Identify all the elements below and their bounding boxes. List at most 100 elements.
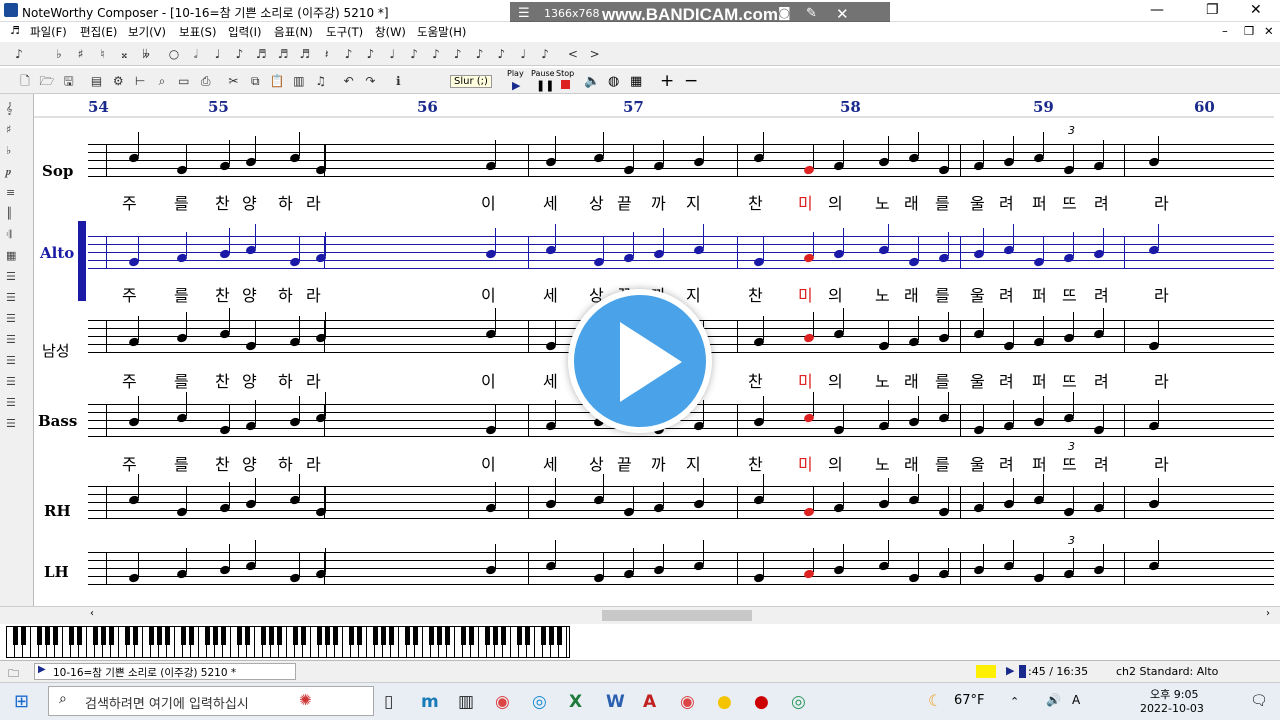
menu-notes[interactable]: 음표(N)	[274, 24, 313, 40]
triplet-icon[interactable]: ♩	[383, 45, 401, 63]
tray-chevron-icon[interactable]: ⌃	[1010, 695, 1019, 708]
piano-black-key[interactable]	[469, 627, 474, 645]
play-button[interactable]: Play	[507, 69, 524, 78]
piano-black-key[interactable]	[485, 627, 490, 645]
piano-black-key[interactable]	[357, 627, 362, 645]
piano-black-key[interactable]	[437, 627, 442, 645]
scroll-right-icon[interactable]: ›	[1266, 608, 1270, 619]
mu-icon[interactable]: m	[421, 692, 439, 712]
piano-black-key[interactable]	[189, 627, 194, 645]
piano-black-key[interactable]	[45, 627, 50, 645]
keyboard-icon[interactable]: ▦	[630, 74, 642, 89]
scroll-left-icon[interactable]: ‹	[90, 608, 94, 619]
eighth-note-icon[interactable]: ♪	[230, 45, 248, 63]
redo-icon[interactable]: ↷	[361, 72, 379, 90]
note-tool-icon[interactable]: ♫	[312, 72, 330, 90]
info-icon[interactable]: ℹ	[389, 72, 407, 90]
piano-black-key[interactable]	[389, 627, 394, 645]
undo-icon[interactable]: ↶	[340, 72, 358, 90]
list5-icon[interactable]: ☰	[6, 350, 16, 371]
accent-icon[interactable]: ♪	[471, 45, 489, 63]
list2-icon[interactable]: ☰	[6, 287, 16, 308]
copy-icon[interactable]: ⧉	[246, 72, 264, 90]
quarter-note-icon[interactable]: ♩	[209, 45, 227, 63]
menu-file[interactable]: 파일(F)	[30, 24, 67, 40]
doc-minimize-button[interactable]: –	[1222, 24, 1228, 38]
piano-black-key[interactable]	[13, 627, 18, 645]
half-note-icon[interactable]: 𝅗𝅥	[187, 45, 205, 63]
cut-icon[interactable]: ✂	[224, 72, 242, 90]
kakao-icon[interactable]: ●	[717, 692, 732, 712]
paste-icon[interactable]: 📋	[268, 72, 286, 90]
minimize-button[interactable]: —	[1150, 2, 1164, 18]
play-icon[interactable]: ▶	[512, 79, 520, 92]
save-icon[interactable]: 🖫	[60, 72, 78, 90]
ime-indicator[interactable]: A	[1072, 693, 1080, 707]
clip-icon[interactable]: ▥	[290, 72, 308, 90]
piano-keyboard[interactable]	[6, 626, 570, 658]
piano-black-key[interactable]	[525, 627, 530, 645]
piano-black-key[interactable]	[501, 627, 506, 645]
zoom-in-icon[interactable]: +	[660, 71, 674, 91]
staff-label-sop[interactable]: Sop	[42, 162, 73, 180]
piano-black-key[interactable]	[541, 627, 546, 645]
piano-black-key[interactable]	[213, 627, 218, 645]
piano-black-key[interactable]	[69, 627, 74, 645]
cursor-icon[interactable]: ⊢	[131, 72, 149, 90]
list4-icon[interactable]: ☰	[6, 329, 16, 350]
piano-black-key[interactable]	[445, 627, 450, 645]
thirtysecond-note-icon[interactable]: ♬	[274, 45, 292, 63]
piano-black-key[interactable]	[333, 627, 338, 645]
camera-icon[interactable]: ◙	[778, 6, 791, 21]
menu-insert[interactable]: 입력(I)	[228, 24, 262, 40]
tenuto-icon[interactable]: ♪	[427, 45, 445, 63]
whole-note-icon[interactable]: ○	[165, 45, 183, 63]
edge-icon[interactable]: ◎	[532, 692, 547, 712]
double-sharp-icon[interactable]: 𝄪	[115, 45, 133, 63]
staccato-icon[interactable]: ♪	[449, 45, 467, 63]
staff-label-alto[interactable]: Alto	[40, 244, 74, 262]
list6-icon[interactable]: ☰	[6, 371, 16, 392]
new-file-icon[interactable]: 🗋	[16, 72, 34, 90]
sixtyfourth-note-icon[interactable]: ♬	[296, 45, 314, 63]
staff-label-lh[interactable]: LH	[44, 563, 69, 581]
scroll-thumb[interactable]	[602, 610, 752, 621]
piano-black-key[interactable]	[125, 627, 130, 645]
zoom-icon[interactable]: ⌕	[153, 72, 171, 90]
piano-black-key[interactable]	[165, 627, 170, 645]
zoom-out-icon[interactable]: −	[684, 71, 698, 91]
stop-icon[interactable]	[561, 80, 570, 89]
menu-staff[interactable]: 보표(S)	[179, 24, 216, 40]
piano-black-key[interactable]	[293, 627, 298, 645]
repeat-icon[interactable]: 𝄇	[6, 224, 16, 245]
doc-close-button[interactable]: ✕	[1264, 24, 1274, 38]
menu-view[interactable]: 보기(V)	[128, 24, 166, 40]
piano-black-key[interactable]	[493, 627, 498, 645]
notification-icon[interactable]: 🗨	[1250, 693, 1268, 709]
chrome-profile-icon[interactable]: ◉	[680, 692, 695, 712]
search-input[interactable]: ⌕ 검색하려면 여기에 입력하십시 ✺	[48, 686, 374, 716]
taskview-icon[interactable]: ▯	[384, 692, 393, 712]
piano-black-key[interactable]	[21, 627, 26, 645]
rest-icon[interactable]: 𝄽	[318, 45, 336, 63]
pause-button[interactable]: Pause	[531, 69, 555, 78]
double-dot-icon[interactable]: ♪	[361, 45, 379, 63]
print-icon[interactable]: ⎙	[197, 72, 215, 90]
piano-black-key[interactable]	[101, 627, 106, 645]
piano-black-key[interactable]	[413, 627, 418, 645]
grid-icon[interactable]: ▦	[6, 245, 16, 266]
menu-tools[interactable]: 도구(T)	[326, 24, 363, 40]
list8-icon[interactable]: ☰	[6, 413, 16, 434]
preview-icon[interactable]: ▭	[175, 72, 193, 90]
horizontal-scrollbar[interactable]: ‹ ›	[0, 606, 1280, 624]
menu-icon[interactable]: ☰	[518, 6, 530, 21]
pause-icon[interactable]: ❚❚	[536, 79, 554, 92]
document-tab[interactable]: ▶ 10-16=참 기쁜 소리로 (이주강) 5210 *	[34, 663, 296, 680]
piano-black-key[interactable]	[349, 627, 354, 645]
piano-black-key[interactable]	[37, 627, 42, 645]
double-flat-icon[interactable]: 𝄫	[137, 45, 155, 63]
piano-black-key[interactable]	[157, 627, 162, 645]
maximize-button[interactable]: ❐	[1206, 2, 1219, 18]
sixteenth-note-icon[interactable]: ♬	[252, 45, 270, 63]
piano-black-key[interactable]	[429, 627, 434, 645]
